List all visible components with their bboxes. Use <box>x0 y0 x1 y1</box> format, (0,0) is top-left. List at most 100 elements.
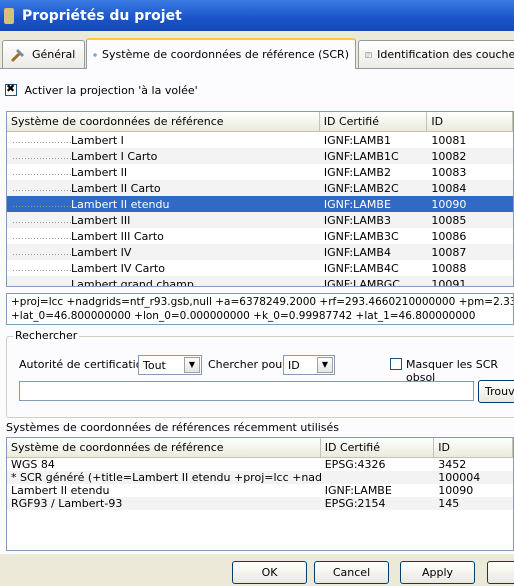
search-input[interactable] <box>19 381 474 401</box>
crs-name-cell: RGF93 / Lambert-93 <box>11 497 123 510</box>
crs-table-row[interactable]: Lambert II IGNF:LAMB2 10083 <box>7 164 513 180</box>
tab-strip: Général Système de coordonnées de référe… <box>0 38 514 69</box>
column-header-id[interactable]: ID <box>427 112 513 131</box>
recent-column-header-id[interactable]: ID <box>434 438 513 457</box>
id-cell: 10085 <box>431 213 467 227</box>
crs-name-cell: Lambert II <box>7 165 320 179</box>
auth-id-cell: IGNF:LAMB2C <box>323 181 399 195</box>
auth-id-cell: IGNF:LAMB4 <box>323 245 391 259</box>
crs-table-row[interactable]: Lambert I Carto IGNF:LAMB1C 10082 <box>7 148 513 164</box>
crs-name-cell: Lambert II etendu <box>11 484 110 497</box>
onfly-label: Activer la projection 'à la volée' <box>24 83 198 97</box>
proj-string-line-2: +lat_0=46.800000000 +lon_0=0.000000000 +… <box>11 310 476 322</box>
crs-table[interactable]: Système de coordonnées de référence ID C… <box>6 111 514 287</box>
recent-table-row[interactable]: WGS 84 EPSG:4326 3452 <box>7 458 513 471</box>
proj-string-box[interactable]: +proj=lcc +nadgrids=ntf_r93.gsb,null +a=… <box>6 293 514 325</box>
crs-name-cell: Lambert III Carto <box>7 229 320 243</box>
id-cell: 10084 <box>431 181 467 195</box>
auth-id-cell: IGNF:LAMB3C <box>323 229 399 243</box>
crs-name-cell: Lambert II etendu <box>7 197 320 211</box>
crs-name-cell: Lambert IV Carto <box>7 261 320 275</box>
recent-table-body: WGS 84 EPSG:4326 3452 * SCR généré (+title… <box>7 458 513 510</box>
recent-crs-label: Systèmes de coordonnées de références ré… <box>6 421 340 434</box>
crs-table-row[interactable]: Lambert III Carto IGNF:LAMB3C 10086 <box>7 228 513 244</box>
tools-icon <box>10 48 24 62</box>
crs-name-cell: Lambert III <box>7 213 320 227</box>
recent-table-row[interactable]: RGF93 / Lambert-93 EPSG:2154 145 <box>7 497 513 510</box>
crs-table-body: Lambert I IGNF:LAMB1 10081 Lambert I Carto I… <box>7 132 513 287</box>
crs-table-row[interactable]: Lambert II Carto IGNF:LAMB2C 10084 <box>7 180 513 196</box>
search-for-select[interactable]: ID ▼ <box>283 355 335 375</box>
auth-id-cell: IGNF:LAMB1 <box>323 133 391 147</box>
authority-select[interactable]: Tout ▼ <box>138 355 202 375</box>
help-button[interactable] <box>487 561 514 584</box>
id-cell: 10082 <box>431 149 467 163</box>
find-button[interactable]: Trouve <box>478 380 514 403</box>
crs-table-row[interactable]: Lambert II etendu IGNF:LAMBE 10090 <box>7 196 513 212</box>
crs-name-cell: WGS 84 <box>11 458 55 471</box>
id-cell: 10090 <box>431 197 467 211</box>
crs-name-cell: * SCR généré (+title=Lambert II etendu +… <box>11 471 321 484</box>
crs-table-row[interactable]: Lambert grand champ IGNF:LAMBGC 10091 <box>7 276 513 287</box>
auth-id-cell: EPSG:2154 <box>324 497 386 510</box>
crs-table-row[interactable]: Lambert IV Carto IGNF:LAMB4C 10088 <box>7 260 513 276</box>
crs-name-cell: Lambert I Carto <box>7 149 320 163</box>
auth-id-cell: IGNF:LAMB4C <box>323 261 399 275</box>
onfly-checkbox-row[interactable]: Activer la projection 'à la volée' <box>5 82 198 97</box>
auth-id-cell: EPSG:4326 <box>324 458 386 471</box>
id-cell: 100004 <box>438 471 481 484</box>
window-titlebar: Propriétés du projet <box>0 0 514 31</box>
tab-general[interactable]: Général <box>2 40 85 68</box>
apply-button[interactable]: Apply <box>400 561 475 584</box>
tab-layer-identification[interactable]: Identification des couches <box>358 40 514 68</box>
column-header-crs[interactable]: Système de coordonnées de référence <box>7 112 320 131</box>
hide-deprecated-checkbox[interactable] <box>390 358 402 370</box>
id-cell: 10083 <box>431 165 467 179</box>
id-cell: 10090 <box>438 484 474 497</box>
auth-id-cell: IGNF:LAMBGC <box>323 277 400 287</box>
id-cell: 10087 <box>431 245 467 259</box>
recent-table-row[interactable]: * SCR généré (+title=Lambert II etendu +… <box>7 471 513 484</box>
crs-name-cell: Lambert II Carto <box>7 181 320 195</box>
chevron-down-icon: ▼ <box>317 357 333 373</box>
id-cell: 145 <box>438 497 460 510</box>
recent-crs-table[interactable]: Système de coordonnées de référence ID C… <box>6 437 514 551</box>
search-groupbox: Rechercher Autorité de certification Tou… <box>6 329 514 418</box>
crs-table-row[interactable]: Lambert I IGNF:LAMB1 10081 <box>7 132 513 148</box>
column-header-auth-id[interactable]: ID Certifié <box>320 112 428 131</box>
crs-name-cell: Lambert I <box>7 133 320 147</box>
id-cell: 10081 <box>431 133 467 147</box>
auth-id-cell: IGNF:LAMB2 <box>323 165 391 179</box>
recent-column-header-crs[interactable]: Système de coordonnées de référence <box>7 438 321 457</box>
id-cell: 10086 <box>431 229 467 243</box>
chevron-down-icon: ▼ <box>184 357 200 373</box>
auth-id-cell: IGNF:LAMB1C <box>323 149 399 163</box>
id-cell: 10088 <box>431 261 467 275</box>
window-title: Propriétés du projet <box>22 7 182 24</box>
app-icon <box>4 7 14 24</box>
onfly-checkbox[interactable] <box>5 82 17 96</box>
auth-id-cell: IGNF:LAMB3 <box>323 213 391 227</box>
cancel-button[interactable]: Cancel <box>314 561 389 584</box>
tab-crs[interactable]: Système de coordonnées de référence (SCR… <box>86 38 356 69</box>
crs-name-cell: Lambert IV <box>7 245 320 259</box>
crs-table-row[interactable]: Lambert IV IGNF:LAMB4 10087 <box>7 244 513 260</box>
identify-icon <box>365 51 372 58</box>
dialog-button-bar: OK Cancel Apply <box>0 554 514 586</box>
globe-icon <box>93 52 97 57</box>
crs-tab-panel: Activer la projection 'à la volée' Systè… <box>0 68 514 554</box>
auth-id-cell: IGNF:LAMBE <box>324 484 392 497</box>
authority-label: Autorité de certification <box>19 358 150 371</box>
auth-id-cell: IGNF:LAMBE <box>323 197 391 211</box>
proj-string-line-1: +proj=lcc +nadgrids=ntf_r93.gsb,null +a=… <box>11 296 514 308</box>
ok-button[interactable]: OK <box>232 561 307 584</box>
crs-table-header: Système de coordonnées de référence ID C… <box>7 112 513 132</box>
recent-table-row[interactable]: Lambert II etendu IGNF:LAMBE 10090 <box>7 484 513 497</box>
crs-table-row[interactable]: Lambert III IGNF:LAMB3 10085 <box>7 212 513 228</box>
search-for-label: Chercher pour <box>208 358 287 371</box>
recent-table-header: Système de coordonnées de référence ID C… <box>7 438 513 458</box>
id-cell: 10091 <box>431 277 467 287</box>
crs-name-cell: Lambert grand champ <box>7 277 320 286</box>
recent-column-header-auth-id[interactable]: ID Certifié <box>321 438 435 457</box>
search-group-label: Rechercher <box>13 329 80 342</box>
